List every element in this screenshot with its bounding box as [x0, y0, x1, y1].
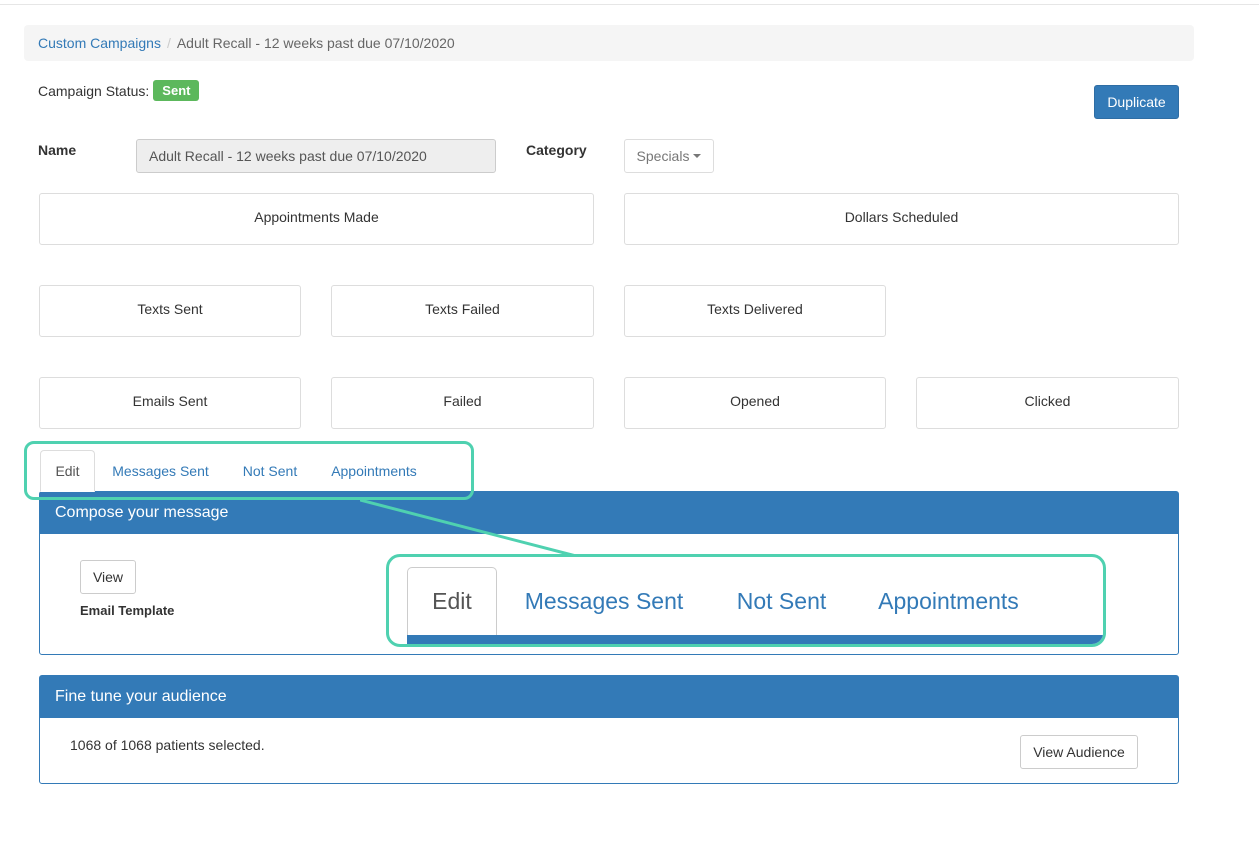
campaign-name-field: Adult Recall - 12 weeks past due 07/10/2… — [136, 139, 496, 173]
stat-value — [917, 411, 1178, 425]
stat-label: Emails Sent — [132, 393, 208, 409]
tabs-zoom-callout: Edit Messages Sent Not Sent Appointments — [386, 554, 1106, 647]
stat-label: Texts Failed — [425, 301, 500, 317]
stat-appointments-made: Appointments Made — [39, 193, 594, 245]
view-audience-button[interactable]: View Audience — [1020, 735, 1138, 769]
zoom-tab-appointments: Appointments — [878, 587, 1019, 614]
stat-value — [40, 227, 593, 241]
breadcrumb-current: Adult Recall - 12 weeks past due 07/10/2… — [176, 35, 455, 51]
highlight-connector — [360, 500, 577, 556]
status-badge: Sent — [153, 80, 200, 101]
stat-failed: Failed — [331, 377, 594, 429]
campaign-status-label: Campaign Status: — [38, 82, 150, 99]
tabs-highlight — [24, 441, 474, 500]
audience-panel-title: Fine tune your audience — [40, 676, 1178, 718]
category-dropdown-value: Specials — [636, 148, 690, 164]
campaign-status: Campaign Status: Sent — [38, 80, 200, 101]
name-label: Name — [38, 142, 77, 158]
audience-summary: 1068 of 1068 patients selected. — [70, 737, 265, 753]
breadcrumb: Custom Campaigns / Adult Recall - 12 wee… — [24, 25, 1194, 61]
email-template-label: Email Template — [80, 603, 175, 618]
stat-label: Opened — [730, 393, 780, 409]
stat-texts-failed: Texts Failed — [331, 285, 594, 337]
stat-label: Texts Sent — [137, 301, 203, 317]
stat-label: Failed — [443, 393, 482, 409]
stat-dollars-scheduled: Dollars Scheduled — [624, 193, 1179, 245]
stat-clicked: Clicked — [916, 377, 1179, 429]
stat-label: Texts Delivered — [707, 301, 803, 317]
stat-value — [40, 319, 300, 333]
zoom-tab-edit: Edit — [407, 567, 497, 635]
breadcrumb-separator: / — [166, 35, 171, 51]
stat-opened: Opened — [624, 377, 886, 429]
stat-label: Appointments Made — [254, 209, 379, 225]
stat-texts-sent: Texts Sent — [39, 285, 301, 337]
audience-panel: Fine tune your audience 1068 of 1068 pat… — [39, 675, 1179, 784]
breadcrumb-link-custom-campaigns[interactable]: Custom Campaigns — [38, 35, 161, 51]
stat-value — [625, 227, 1178, 241]
zoom-tab-messages-sent: Messages Sent — [524, 587, 684, 614]
category-dropdown[interactable]: Specials — [624, 139, 714, 173]
duplicate-button[interactable]: Duplicate — [1094, 85, 1179, 119]
stat-label: Dollars Scheduled — [844, 209, 959, 225]
stat-label: Clicked — [1024, 393, 1071, 409]
view-template-button[interactable]: View — [80, 560, 136, 594]
category-label: Category — [526, 142, 587, 158]
chevron-down-icon — [693, 154, 702, 158]
zoom-tab-not-sent: Not Sent — [736, 587, 827, 614]
stat-texts-delivered: Texts Delivered — [624, 285, 886, 337]
stat-emails-sent: Emails Sent — [39, 377, 301, 429]
top-divider — [0, 4, 1259, 5]
stat-value — [332, 319, 593, 333]
stat-value — [625, 319, 885, 333]
stat-value — [625, 411, 885, 425]
stat-value — [40, 411, 300, 425]
stat-value — [332, 411, 593, 425]
zoom-panel-header-bar — [407, 635, 1103, 644]
